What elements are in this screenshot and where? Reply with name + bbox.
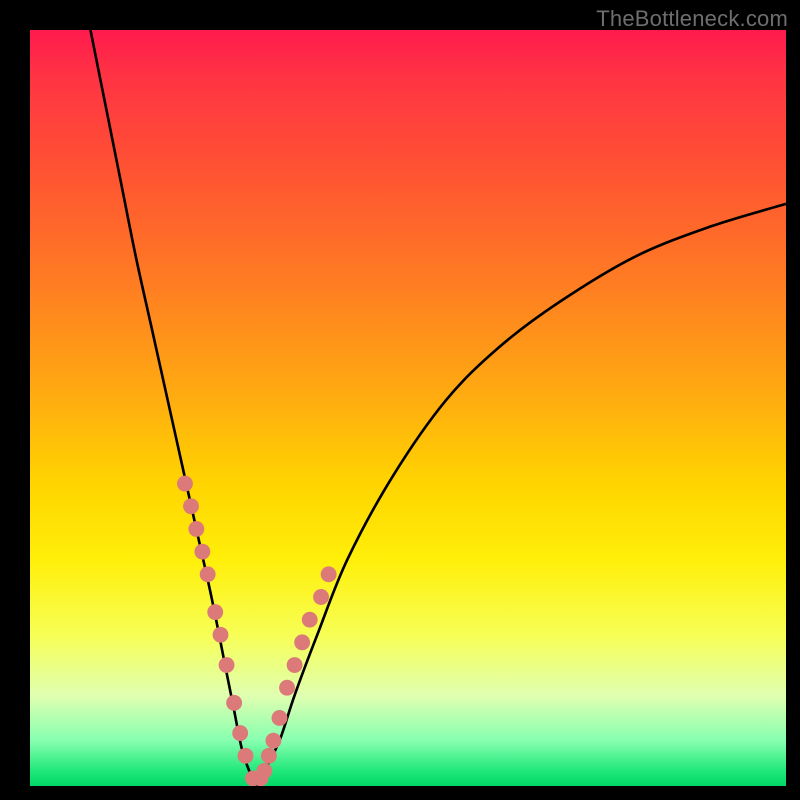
marker-dot (183, 498, 199, 514)
marker-dot (261, 748, 277, 764)
marker-dot (279, 680, 295, 696)
chart-svg (30, 30, 786, 786)
marker-dot (194, 544, 210, 560)
marker-dot (302, 612, 318, 628)
chart-frame: TheBottleneck.com (0, 0, 800, 800)
plot-area (30, 30, 786, 786)
marker-dot (207, 604, 223, 620)
marker-dot (213, 627, 229, 643)
marker-dot (321, 566, 337, 582)
highlight-dots (177, 476, 337, 786)
marker-dot (219, 657, 235, 673)
marker-dot (232, 725, 248, 741)
marker-dot (272, 710, 288, 726)
marker-dot (238, 748, 254, 764)
marker-dot (294, 634, 310, 650)
marker-dot (200, 566, 216, 582)
bottleneck-curve (90, 30, 786, 786)
marker-dot (265, 733, 281, 749)
marker-dot (287, 657, 303, 673)
marker-dot (188, 521, 204, 537)
marker-dot (256, 763, 272, 779)
watermark-text: TheBottleneck.com (596, 6, 788, 32)
marker-dot (177, 476, 193, 492)
marker-dot (313, 589, 329, 605)
marker-dot (226, 695, 242, 711)
